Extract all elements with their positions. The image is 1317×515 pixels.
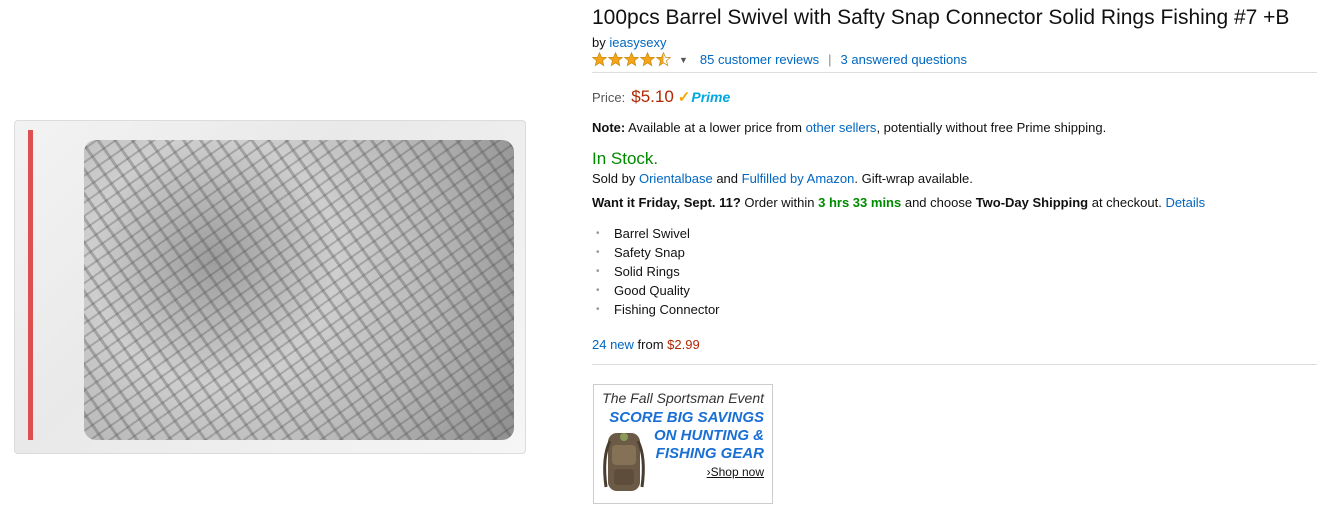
star-icon [608, 52, 623, 67]
star-icon [624, 52, 639, 67]
separator: | [828, 52, 832, 67]
bullet-icon: • [596, 285, 600, 296]
ad-event-title: The Fall Sportsman Event [602, 390, 764, 406]
bag-seal [28, 130, 33, 440]
countdown: 3 hrs 33 mins [818, 195, 902, 210]
prime-label: Prime [691, 89, 731, 105]
swivels-pile [84, 140, 514, 440]
shipping-option: Two-Day Shipping [975, 195, 1089, 210]
note-label: Note: [592, 120, 626, 135]
ad-line-2: ON HUNTING & [654, 427, 764, 444]
star-icon [640, 52, 655, 67]
checkout-text: at checkout. [1088, 195, 1166, 210]
rating-row: ▼ 85 customer reviews | 3 answered quest… [592, 52, 967, 67]
feature-bullets: • Barrel Swivel • Safety Snap • Solid Rings… [592, 224, 720, 319]
note-text-1: Available at a lower price from [625, 120, 806, 135]
by-prefix: by [592, 35, 606, 50]
bullet-icon: • [596, 266, 600, 277]
reviews-link[interactable]: 85 customer reviews [700, 52, 819, 67]
product-title: 100pcs Barrel Swivel with Safty Snap Con… [592, 6, 1290, 29]
stock-status: In Stock. [592, 149, 659, 168]
questions-link[interactable]: 3 answered questions [841, 52, 967, 67]
price-label: Price: [592, 89, 626, 105]
ad-line-1: SCORE BIG SAVINGS [609, 409, 764, 426]
feature-text: Barrel Swivel [614, 226, 690, 241]
ad-banner[interactable]: The Fall Sportsman Event SCORE BIG SAVIN… [593, 384, 773, 504]
new-offers-link[interactable]: 24 new [592, 337, 634, 352]
other-sellers-link[interactable]: other sellers [806, 120, 877, 135]
bullet-icon: • [596, 304, 600, 315]
divider [592, 364, 1317, 365]
caret-down-icon[interactable]: ▼ [679, 55, 688, 65]
other-offers: 24 new from $2.99 [592, 337, 700, 352]
sold-prefix: Sold by [592, 171, 639, 186]
details-link[interactable]: Details [1165, 195, 1205, 210]
feature-item: • Good Quality [592, 281, 720, 300]
byline: by ieasysexy [592, 35, 666, 50]
delivery-message: Want it Friday, Sept. 11? Order within 3… [592, 195, 1205, 210]
brand-link[interactable]: ieasysexy [609, 35, 666, 50]
note-text-2: , potentially without free Prime shippin… [876, 120, 1107, 135]
offers-from: from [633, 337, 668, 352]
fulfilled-link[interactable]: Fulfilled by Amazon [742, 171, 855, 186]
star-icon [592, 52, 607, 67]
gift-wrap-text: . Gift-wrap available. [854, 171, 973, 186]
shop-now-label: Shop now [710, 465, 764, 479]
sold-and: and [712, 171, 742, 186]
delivery-date: Want it Friday, Sept. 11? [592, 195, 741, 210]
price-note: Note: Available at a lower price from ot… [592, 120, 1106, 135]
feature-text: Solid Rings [614, 264, 680, 279]
ad-headline: SCORE BIG SAVINGS ON HUNTING & FISHING G… [609, 409, 764, 463]
prime-check-icon: ✓ [677, 89, 691, 106]
offers-price: $2.99 [667, 337, 700, 352]
bullet-icon: • [596, 228, 600, 239]
bag-image [14, 120, 526, 454]
ad-line-3: FISHING GEAR [655, 445, 764, 462]
seller-link[interactable]: Orientalbase [639, 171, 713, 186]
feature-text: Fishing Connector [614, 302, 720, 317]
feature-item: • Safety Snap [592, 243, 720, 262]
feature-text: Good Quality [614, 283, 690, 298]
feature-item: • Fishing Connector [592, 300, 720, 319]
star-rating[interactable] [592, 52, 671, 67]
feature-item: • Solid Rings [592, 262, 720, 281]
feature-text: Safety Snap [614, 245, 685, 260]
sold-by: Sold by Orientalbase and Fulfilled by Am… [592, 171, 973, 186]
bullet-icon: • [596, 247, 600, 258]
star-icon [656, 52, 671, 67]
shop-now-link[interactable]: ›Shop now [707, 465, 764, 479]
order-within: Order within [740, 195, 819, 210]
prime-badge[interactable]: ✓ Prime [678, 88, 731, 106]
price-value: $5.10 [631, 87, 674, 106]
product-image[interactable] [14, 120, 526, 454]
divider [592, 72, 1317, 73]
feature-item: • Barrel Swivel [592, 224, 720, 243]
choose-text: and choose [901, 195, 976, 210]
price-row: Price: $5.10 ✓ Prime [592, 87, 730, 107]
